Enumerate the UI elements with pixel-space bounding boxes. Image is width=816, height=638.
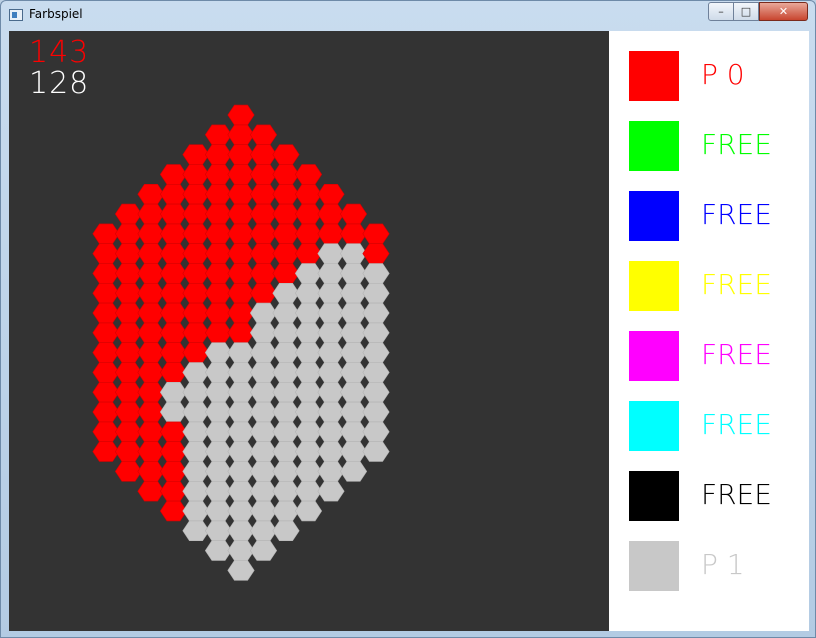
palette-row-red[interactable]: P 0 [629, 51, 809, 101]
hex-cell-player-0[interactable] [227, 104, 255, 126]
hex-cell-player-0[interactable] [339, 203, 368, 225]
hex-cell-player-0[interactable] [362, 243, 390, 264]
palette-row-black[interactable]: FREE [629, 471, 809, 521]
client-area: 143 128 P 0 FREE FREE FREE FREE FREE FRE… [9, 31, 809, 631]
swatch-label-red: P 0 [701, 58, 745, 91]
hex-cell-player-1[interactable] [362, 342, 390, 363]
hex-cell-player-0[interactable] [362, 223, 390, 244]
palette-row-cyan[interactable]: FREE [629, 401, 809, 451]
window-title: Farbspiel [29, 7, 83, 21]
hex-cell-player-1[interactable] [362, 283, 390, 304]
swatch-label-gray: P 1 [701, 548, 745, 581]
swatch-yellow[interactable] [629, 261, 679, 311]
swatch-gray[interactable] [629, 541, 679, 591]
palette-row-blue[interactable]: FREE [629, 191, 809, 241]
hex-cell-player-0[interactable] [272, 144, 300, 165]
hex-cell-player-1[interactable] [362, 362, 390, 383]
hex-cell-player-1[interactable] [362, 302, 390, 324]
score-player-1: 128 [29, 66, 90, 101]
hex-cell-player-0[interactable] [249, 124, 278, 145]
swatch-magenta[interactable] [629, 331, 679, 381]
hex-cell-player-1[interactable] [317, 480, 345, 502]
app-window: Farbspiel – □ ✕ 143 128 P 0 FREE FREE FR… [0, 0, 816, 638]
hex-cell-player-1[interactable] [339, 461, 368, 482]
hex-cell-player-1[interactable] [362, 401, 390, 423]
hex-cell-player-1[interactable] [227, 560, 255, 581]
swatch-label-green: FREE [701, 128, 772, 161]
swatch-label-cyan: FREE [701, 408, 772, 441]
palette-row-green[interactable]: FREE [629, 121, 809, 171]
swatch-label-black: FREE [701, 478, 772, 511]
hex-cell-player-0[interactable] [317, 184, 345, 205]
game-board[interactable]: 143 128 [9, 31, 609, 631]
color-palette: P 0 FREE FREE FREE FREE FREE FREE P 1 [609, 31, 809, 631]
swatch-label-yellow: FREE [701, 268, 772, 301]
hex-cell-player-1[interactable] [272, 520, 300, 542]
score-player-0: 143 [29, 35, 90, 70]
hex-board[interactable] [9, 31, 609, 631]
maximize-icon: □ [740, 5, 752, 18]
swatch-label-blue: FREE [701, 198, 772, 231]
palette-row-magenta[interactable]: FREE [629, 331, 809, 381]
app-icon [9, 9, 23, 21]
swatch-black[interactable] [629, 471, 679, 521]
hex-cell-player-1[interactable] [294, 500, 323, 522]
swatch-label-magenta: FREE [701, 338, 772, 371]
minimize-button[interactable]: – [708, 2, 734, 21]
palette-row-gray[interactable]: P 1 [629, 541, 809, 591]
swatch-red[interactable] [629, 51, 679, 101]
hex-cell-player-1[interactable] [362, 381, 390, 403]
hex-cell-player-1[interactable] [362, 263, 390, 284]
maximize-button[interactable]: □ [733, 2, 759, 21]
swatch-cyan[interactable] [629, 401, 679, 451]
close-button[interactable]: ✕ [759, 2, 808, 21]
hex-cell-player-1[interactable] [362, 441, 390, 462]
swatch-blue[interactable] [629, 191, 679, 241]
hex-cell-player-1[interactable] [362, 322, 390, 344]
hex-cell-player-1[interactable] [362, 421, 390, 443]
title-bar[interactable]: Farbspiel – □ ✕ [1, 1, 816, 31]
close-icon: ✕ [778, 5, 789, 18]
minimize-icon: – [718, 5, 724, 18]
hex-cell-player-0[interactable] [294, 164, 323, 185]
palette-row-yellow[interactable]: FREE [629, 261, 809, 311]
swatch-green[interactable] [629, 121, 679, 171]
hex-cell-player-1[interactable] [249, 540, 278, 561]
